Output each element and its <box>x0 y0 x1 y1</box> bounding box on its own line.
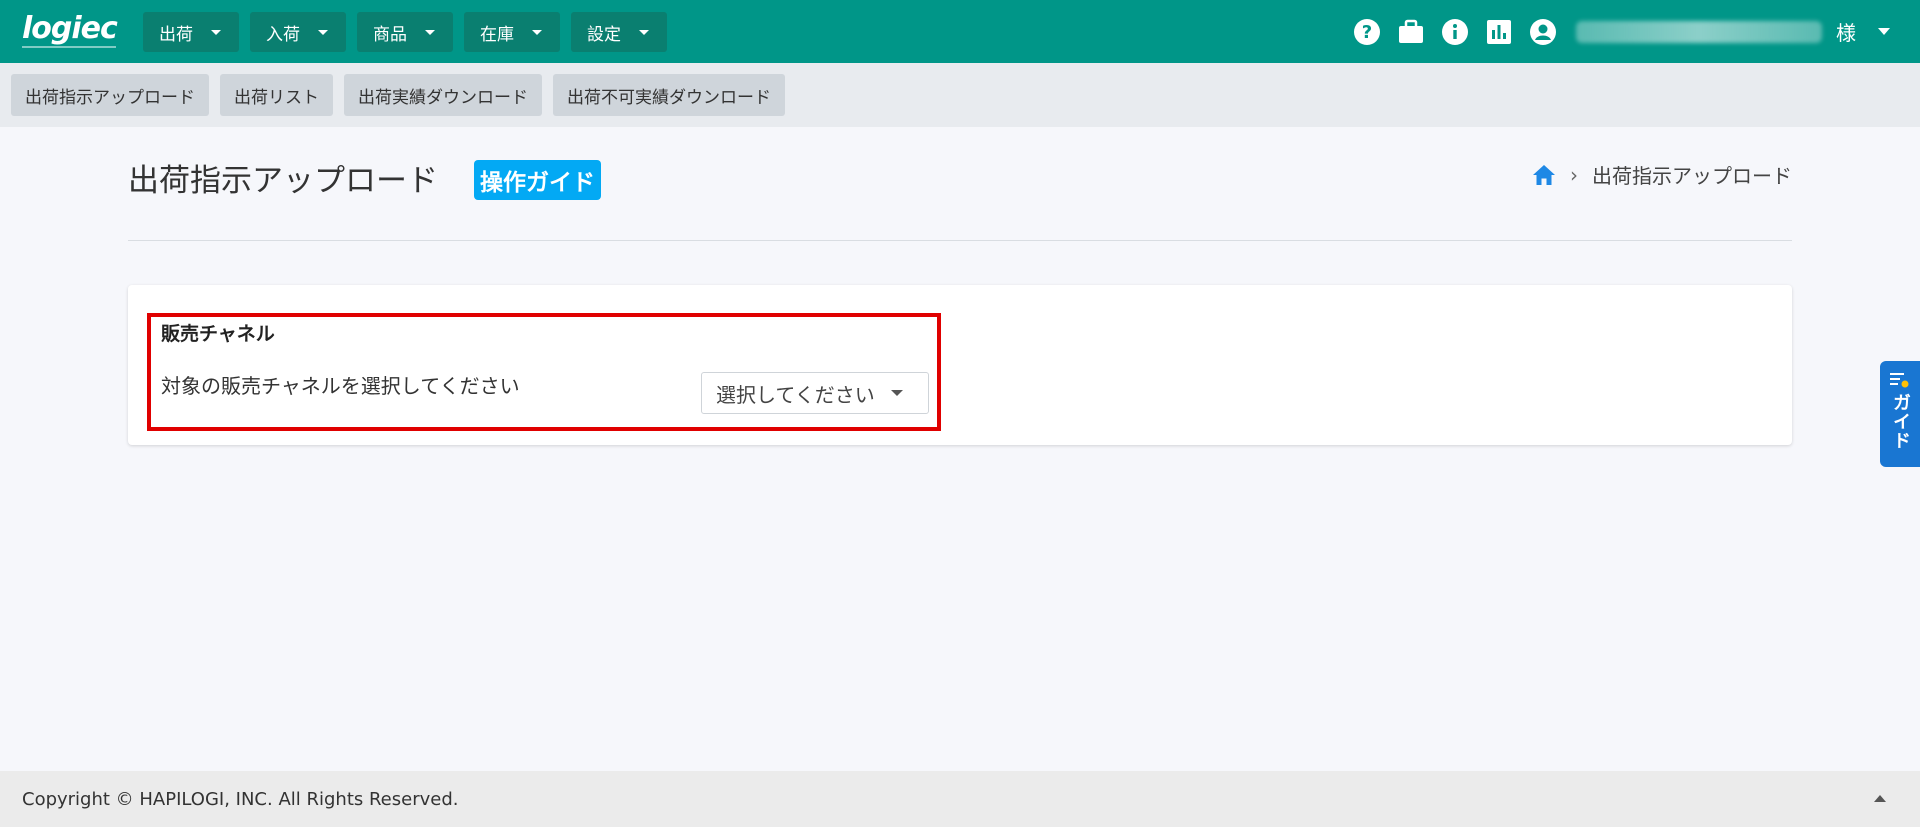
breadcrumb-current: 出荷指示アップロード <box>1592 164 1792 188</box>
copyright-text: Copyright © HAPILOGI, INC. All Rights Re… <box>22 788 459 810</box>
chevron-down-icon <box>890 390 903 396</box>
side-guide-tab[interactable]: ガイド <box>1880 361 1920 467</box>
chart-icon[interactable] <box>1484 17 1514 47</box>
svg-text:?: ? <box>1362 22 1372 43</box>
select-value: 選択してください <box>716 382 875 407</box>
chevron-down-icon <box>532 29 542 35</box>
subnav-shipment-list[interactable]: 出荷リスト <box>220 74 333 116</box>
menu-receiving[interactable]: 入荷 <box>250 12 346 52</box>
chevron-down-icon <box>211 29 221 35</box>
menu-products[interactable]: 商品 <box>357 12 453 52</box>
user-menu-chevron-down-icon[interactable] <box>1878 28 1890 35</box>
main-menu: 出荷 入荷 商品 在庫 設定 <box>143 12 667 52</box>
logo-text: logiec <box>22 11 118 46</box>
logo-underline <box>22 46 116 48</box>
subnav-shipment-upload[interactable]: 出荷指示アップロード <box>11 74 209 116</box>
guide-list-icon <box>1890 373 1909 388</box>
logo[interactable]: logiec <box>22 10 122 52</box>
top-navbar: logiec 出荷 入荷 商品 在庫 設定 ? 様 <box>0 0 1920 63</box>
menu-label: 設定 <box>587 24 621 45</box>
subnav-shipment-results-download[interactable]: 出荷実績ダウンロード <box>344 74 542 116</box>
page-title: 出荷指示アップロード <box>128 163 438 199</box>
user-honorific: 様 <box>1836 21 1856 45</box>
sales-channel-label: 対象の販売チャネルを選択してください <box>161 374 520 398</box>
section-title: 販売チャネル <box>161 323 275 345</box>
chevron-down-icon <box>639 29 649 35</box>
menu-shipping[interactable]: 出荷 <box>143 12 239 52</box>
menu-settings[interactable]: 設定 <box>571 12 667 52</box>
briefcase-icon[interactable] <box>1396 17 1426 47</box>
operation-guide-button[interactable]: 操作ガイド <box>474 160 601 200</box>
sales-channel-select[interactable]: 選択してください <box>701 372 929 414</box>
account-icon[interactable] <box>1528 17 1558 47</box>
sales-channel-card: 販売チャネル 対象の販売チャネルを選択してください 選択してください <box>128 285 1792 445</box>
user-name-redacted <box>1576 20 1822 43</box>
header-tools: ? 様 <box>1352 0 1890 63</box>
home-icon[interactable] <box>1532 164 1556 186</box>
menu-inventory[interactable]: 在庫 <box>464 12 560 52</box>
sub-navbar: 出荷指示アップロード 出荷リスト 出荷実績ダウンロード 出荷不可実績ダウンロード <box>0 63 1920 127</box>
menu-label: 出荷 <box>159 24 193 45</box>
info-icon[interactable] <box>1440 17 1470 47</box>
chevron-right-icon: › <box>1570 162 1578 187</box>
menu-label: 在庫 <box>480 24 514 45</box>
chevron-down-icon <box>425 29 435 35</box>
scroll-to-top-icon[interactable] <box>1874 795 1886 802</box>
header-divider <box>128 240 1792 241</box>
help-icon[interactable]: ? <box>1352 17 1382 47</box>
subnav-unshippable-results-download[interactable]: 出荷不可実績ダウンロード <box>553 74 785 116</box>
side-guide-label: ガイド <box>1890 393 1911 450</box>
chevron-down-icon <box>318 29 328 35</box>
menu-label: 商品 <box>373 24 407 45</box>
breadcrumb: › 出荷指示アップロード <box>1532 160 1792 189</box>
footer: Copyright © HAPILOGI, INC. All Rights Re… <box>0 771 1920 827</box>
menu-label: 入荷 <box>266 24 300 45</box>
